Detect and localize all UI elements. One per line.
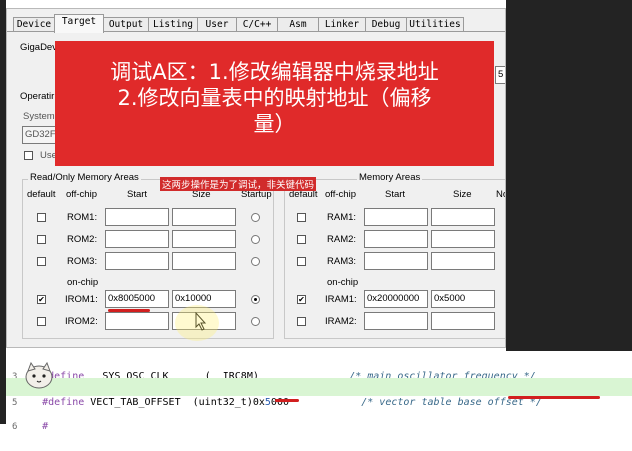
rom2-size-input[interactable] bbox=[172, 230, 236, 248]
ram1-label: RAM1: bbox=[327, 212, 357, 223]
tab-linker[interactable]: Linker bbox=[318, 17, 366, 32]
rom1-start-input[interactable] bbox=[105, 208, 169, 226]
ram3-start-input[interactable] bbox=[364, 252, 428, 270]
ram2-default-checkbox[interactable] bbox=[297, 235, 306, 244]
tab-utilities[interactable]: Utilities bbox=[406, 17, 464, 32]
rom3-label: ROM3: bbox=[67, 256, 98, 267]
offset-underline-mark bbox=[275, 399, 299, 402]
ram3-label: RAM3: bbox=[327, 256, 357, 267]
tab-asm[interactable]: Asm bbox=[277, 17, 319, 32]
ram3-size-input[interactable] bbox=[431, 252, 495, 270]
ram-header-size: Size bbox=[453, 189, 472, 200]
rom2-label: ROM2: bbox=[67, 234, 98, 245]
tab-output[interactable]: Output bbox=[103, 17, 149, 32]
rom1-label: ROM1: bbox=[67, 212, 98, 223]
code-macro-name: VECT_TAB_OFFSET bbox=[90, 397, 181, 408]
rom3-startup-radio[interactable] bbox=[251, 257, 260, 266]
ram2-label: RAM2: bbox=[327, 234, 357, 245]
ram-header-noinit: No bbox=[496, 189, 505, 200]
ram1-size-input[interactable] bbox=[431, 208, 495, 226]
rom2-startup-radio[interactable] bbox=[251, 235, 260, 244]
iram2-size-input[interactable] bbox=[431, 312, 495, 330]
iram2-label: IRAM2: bbox=[325, 316, 357, 327]
ram2-start-input[interactable] bbox=[364, 230, 428, 248]
operating-system-label: Operatir bbox=[20, 91, 55, 102]
right-edge-background bbox=[506, 0, 632, 351]
cursor-highlight bbox=[175, 305, 219, 341]
xtal-field[interactable]: 5 bbox=[495, 66, 505, 84]
code-editor: 3 #define __SYS_OSC_CLK (__IRC8M) /* main… bbox=[6, 351, 632, 432]
annotation-note: 这两步操作是为了调试，非关键代码 bbox=[160, 177, 317, 191]
irom2-startup-radio[interactable] bbox=[251, 317, 260, 326]
rom3-start-input[interactable] bbox=[105, 252, 169, 270]
ram-group-title: Memory Areas bbox=[357, 172, 423, 183]
avatar-sticker-icon bbox=[25, 361, 53, 389]
use-checkbox[interactable] bbox=[24, 151, 33, 160]
ram-header-offchip: off-chip bbox=[325, 189, 356, 200]
ram3-default-checkbox[interactable] bbox=[297, 257, 306, 266]
rom3-default-checkbox[interactable] bbox=[37, 257, 46, 266]
ram1-start-input[interactable] bbox=[364, 208, 428, 226]
rom-header-default: default bbox=[27, 189, 56, 200]
iram1-default-checkbox[interactable]: ✔ bbox=[297, 295, 306, 304]
iram1-label: IRAM1: bbox=[325, 294, 357, 305]
tab-c-cpp[interactable]: C/C++ bbox=[236, 17, 278, 32]
code-line-next: 6 # bbox=[12, 403, 48, 432]
system-viewer-label: System bbox=[23, 111, 55, 122]
irom1-default-checkbox[interactable]: ✔ bbox=[37, 295, 46, 304]
code-line-osc: 3 #define __SYS_OSC_CLK (__IRC8M) /* main… bbox=[12, 353, 536, 382]
line-number: 6 bbox=[12, 422, 18, 432]
code-macro-value-prefix: (uint32_t)0x bbox=[192, 397, 265, 408]
rom-header-offchip: off-chip bbox=[66, 189, 97, 200]
rom2-start-input[interactable] bbox=[105, 230, 169, 248]
iram1-start-input[interactable]: 0x20000000 bbox=[364, 290, 428, 308]
code-directive: # bbox=[42, 421, 49, 432]
iram2-default-checkbox[interactable] bbox=[297, 317, 306, 326]
comment-underline-mark bbox=[508, 396, 600, 399]
banner-line-2: 2.修改向量表中的映射地址（偏移 bbox=[117, 86, 432, 110]
irom1-start-input[interactable]: 0x8005000 bbox=[105, 290, 169, 308]
rom1-default-checkbox[interactable] bbox=[37, 213, 46, 222]
code-directive: #define bbox=[42, 397, 85, 408]
tab-user[interactable]: User bbox=[197, 17, 237, 32]
ram2-size-input[interactable] bbox=[431, 230, 495, 248]
rom-header-start: Start bbox=[127, 189, 148, 200]
ram-header-start: Start bbox=[385, 189, 406, 200]
banner-line-1: 调试A区：1.修改编辑器中烧录地址 bbox=[110, 60, 439, 84]
tab-target[interactable]: Target bbox=[54, 14, 104, 33]
rom1-startup-radio[interactable] bbox=[251, 213, 260, 222]
rom1-size-input[interactable] bbox=[172, 208, 236, 226]
rom-group-title: Read/Only Memory Areas bbox=[28, 172, 141, 183]
irom2-label: IROM2: bbox=[65, 316, 98, 327]
ram1-default-checkbox[interactable] bbox=[297, 213, 306, 222]
rom2-default-checkbox[interactable] bbox=[37, 235, 46, 244]
banner-line-3: 量） bbox=[253, 112, 296, 136]
irom2-default-checkbox[interactable] bbox=[37, 317, 46, 326]
annotation-banner: 调试A区：1.修改编辑器中烧录地址 2.修改向量表中的映射地址（偏移 量） bbox=[55, 41, 494, 166]
tab-device[interactable]: Device bbox=[13, 17, 55, 32]
rom-onchip-label: on-chip bbox=[67, 277, 99, 288]
tab-debug[interactable]: Debug bbox=[365, 17, 407, 32]
code-line-vect: 5 #define VECT_TAB_OFFSET (uint32_t)0x500… bbox=[12, 379, 542, 408]
iram1-size-input[interactable]: 0x5000 bbox=[431, 290, 495, 308]
rom3-size-input[interactable] bbox=[172, 252, 236, 270]
irom1-startup-radio[interactable] bbox=[251, 295, 260, 304]
iram2-start-input[interactable] bbox=[364, 312, 428, 330]
ram-onchip-label: on-chip bbox=[327, 277, 359, 288]
irom1-label: IROM1: bbox=[65, 294, 98, 305]
device-label: GigaDev bbox=[20, 42, 57, 53]
irom2-start-input[interactable] bbox=[105, 312, 169, 330]
tab-listing[interactable]: Listing bbox=[148, 17, 198, 32]
